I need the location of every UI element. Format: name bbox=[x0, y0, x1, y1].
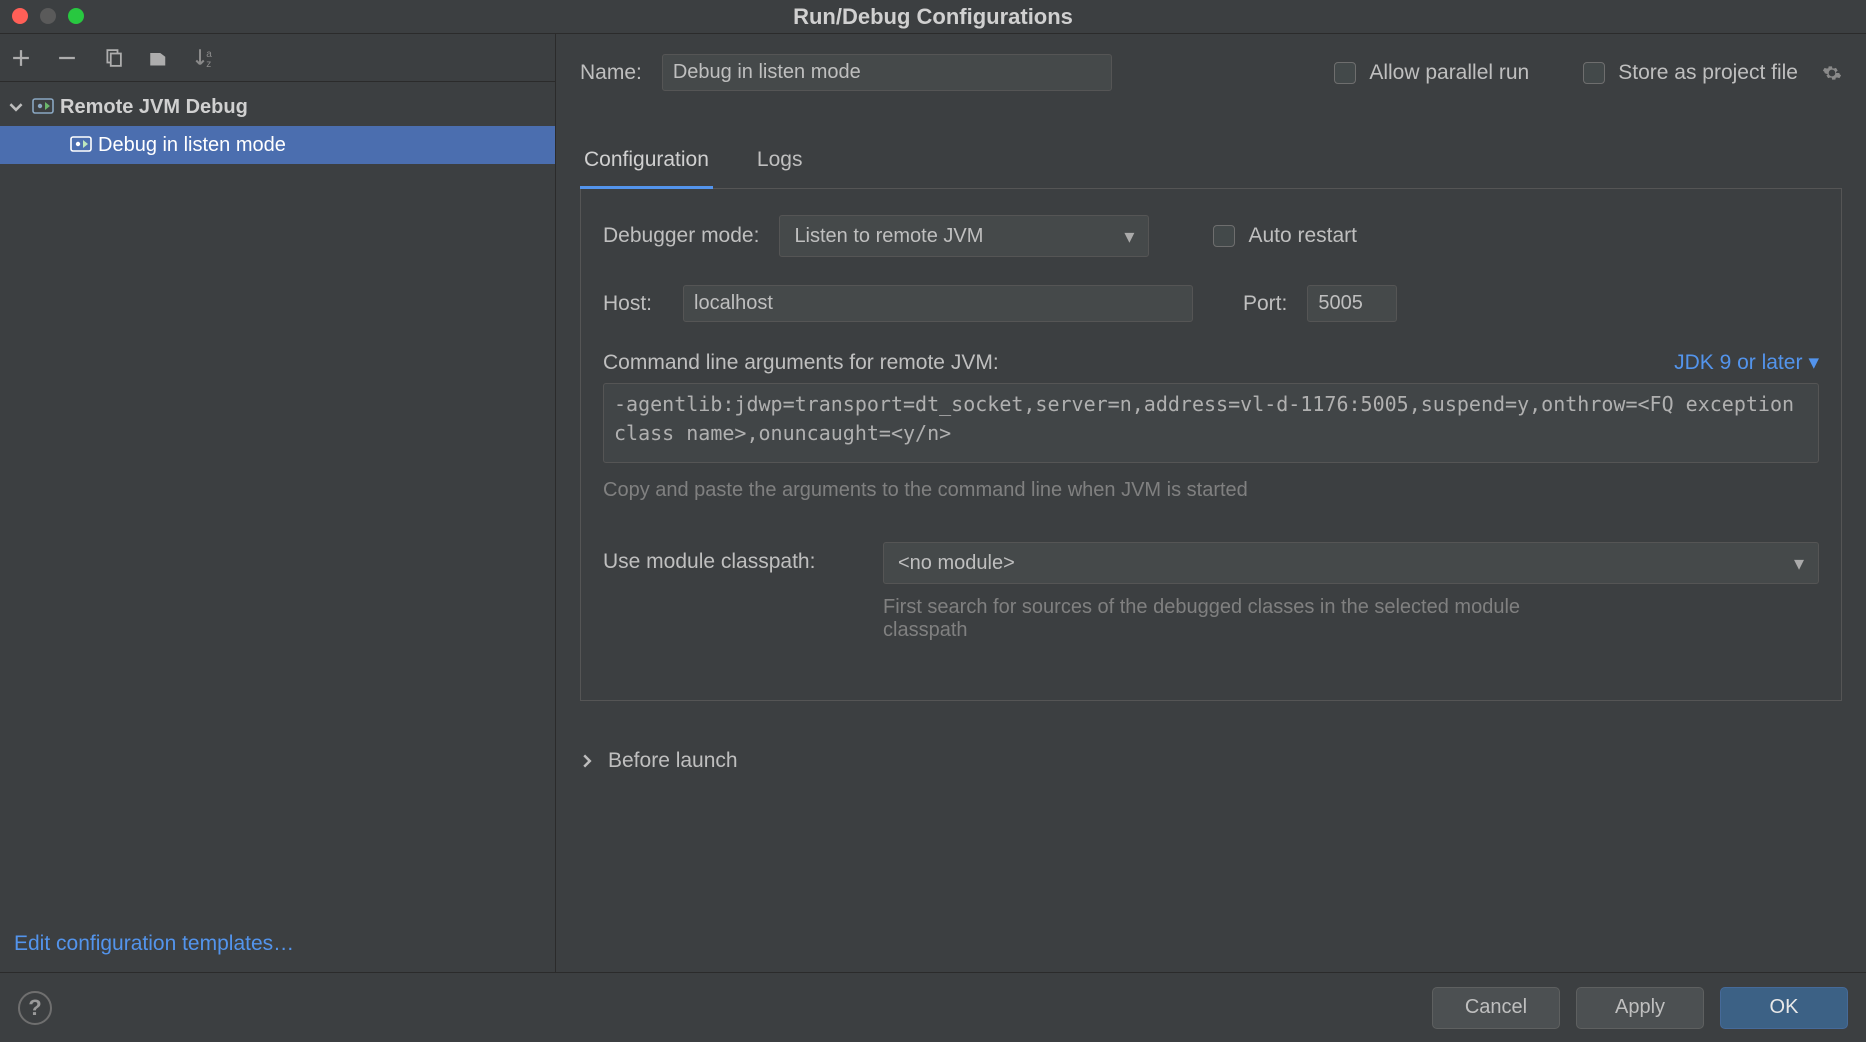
close-window-button[interactable] bbox=[12, 8, 28, 24]
edit-templates-link[interactable]: Edit configuration templates… bbox=[14, 932, 294, 955]
sort-alpha-button[interactable]: az bbox=[194, 47, 216, 69]
remove-configuration-button[interactable] bbox=[56, 47, 78, 69]
configurations-sidebar: az Remote JVM Debug Debug in listen mode bbox=[0, 34, 556, 972]
configurations-tree: Remote JVM Debug Debug in listen mode bbox=[0, 82, 555, 932]
name-input[interactable] bbox=[662, 54, 1112, 91]
sidebar-toolbar: az bbox=[0, 34, 555, 82]
chevron-down-icon: ▾ bbox=[1808, 350, 1819, 375]
chevron-down-icon bbox=[6, 100, 26, 114]
name-label: Name: bbox=[580, 61, 642, 85]
config-item-debug-listen-mode[interactable]: Debug in listen mode bbox=[0, 126, 555, 164]
module-classpath-hint: First search for sources of the debugged… bbox=[883, 596, 1603, 642]
cmd-args-textarea[interactable] bbox=[603, 383, 1819, 463]
add-configuration-button[interactable] bbox=[10, 47, 32, 69]
port-label: Port: bbox=[1243, 292, 1287, 316]
name-row: Name: Allow parallel run Store as projec… bbox=[580, 54, 1842, 91]
configuration-tab-pane: Debugger mode: Listen to remote JVM ▾ Au… bbox=[580, 189, 1842, 701]
cmd-args-header-row: Command line arguments for remote JVM: J… bbox=[603, 350, 1819, 375]
chevron-down-icon: ▾ bbox=[1794, 551, 1804, 576]
config-item-label: Debug in listen mode bbox=[98, 134, 286, 157]
store-as-project-file-checkbox[interactable]: Store as project file bbox=[1579, 59, 1798, 87]
store-as-project-file-label: Store as project file bbox=[1618, 61, 1798, 85]
window-traffic-lights bbox=[12, 8, 84, 24]
save-configuration-button[interactable] bbox=[148, 47, 170, 69]
jdk-version-label: JDK 9 or later bbox=[1674, 351, 1802, 375]
cmd-args-hint: Copy and paste the arguments to the comm… bbox=[603, 479, 1819, 502]
host-input[interactable] bbox=[683, 285, 1193, 322]
host-label: Host: bbox=[603, 292, 663, 316]
tab-logs[interactable]: Logs bbox=[753, 148, 807, 189]
apply-button[interactable]: Apply bbox=[1576, 987, 1704, 1029]
cancel-button[interactable]: Cancel bbox=[1432, 987, 1560, 1029]
module-classpath-select[interactable]: <no module> ▾ bbox=[883, 542, 1819, 584]
chevron-right-icon bbox=[580, 754, 594, 768]
help-button[interactable]: ? bbox=[18, 991, 52, 1025]
chevron-down-icon: ▾ bbox=[1124, 224, 1134, 249]
config-tabs: Configuration Logs bbox=[580, 147, 1842, 189]
before-launch-label: Before launch bbox=[608, 749, 738, 773]
debugger-mode-value: Listen to remote JVM bbox=[794, 225, 983, 248]
config-group-remote-jvm-debug[interactable]: Remote JVM Debug bbox=[0, 88, 555, 126]
svg-text:z: z bbox=[206, 58, 211, 67]
dialog-footer: ? Cancel Apply OK bbox=[0, 972, 1866, 1042]
jdk-version-select[interactable]: JDK 9 or later ▾ bbox=[1674, 350, 1819, 375]
cmd-args-label: Command line arguments for remote JVM: bbox=[603, 351, 999, 375]
copy-configuration-button[interactable] bbox=[102, 47, 124, 69]
window-titlebar: Run/Debug Configurations bbox=[0, 0, 1866, 34]
module-classpath-row: Use module classpath: <no module> ▾ Firs… bbox=[603, 542, 1819, 642]
module-classpath-value: <no module> bbox=[898, 552, 1015, 575]
config-group-label: Remote JVM Debug bbox=[60, 96, 248, 119]
maximize-window-button[interactable] bbox=[68, 8, 84, 24]
minimize-window-button[interactable] bbox=[40, 8, 56, 24]
run-config-group-icon bbox=[32, 98, 54, 116]
edit-templates-area: Edit configuration templates… bbox=[0, 932, 555, 972]
auto-restart-checkbox[interactable]: Auto restart bbox=[1209, 222, 1357, 250]
ok-button[interactable]: OK bbox=[1720, 987, 1848, 1029]
allow-parallel-run-checkbox[interactable]: Allow parallel run bbox=[1330, 59, 1529, 87]
debugger-mode-label: Debugger mode: bbox=[603, 224, 759, 248]
debugger-mode-row: Debugger mode: Listen to remote JVM ▾ Au… bbox=[603, 215, 1819, 257]
store-options-gear-icon[interactable] bbox=[1822, 63, 1842, 83]
debugger-mode-select[interactable]: Listen to remote JVM ▾ bbox=[779, 215, 1149, 257]
window-title: Run/Debug Configurations bbox=[793, 4, 1073, 30]
module-classpath-label: Use module classpath: bbox=[603, 542, 863, 574]
configuration-panel: Name: Allow parallel run Store as projec… bbox=[556, 34, 1866, 972]
host-port-row: Host: Port: bbox=[603, 285, 1819, 322]
tab-configuration[interactable]: Configuration bbox=[580, 148, 713, 189]
auto-restart-label: Auto restart bbox=[1248, 224, 1357, 248]
before-launch-section[interactable]: Before launch bbox=[580, 749, 1842, 773]
allow-parallel-run-label: Allow parallel run bbox=[1369, 61, 1529, 85]
run-config-icon bbox=[70, 136, 92, 154]
port-input[interactable] bbox=[1307, 285, 1397, 322]
